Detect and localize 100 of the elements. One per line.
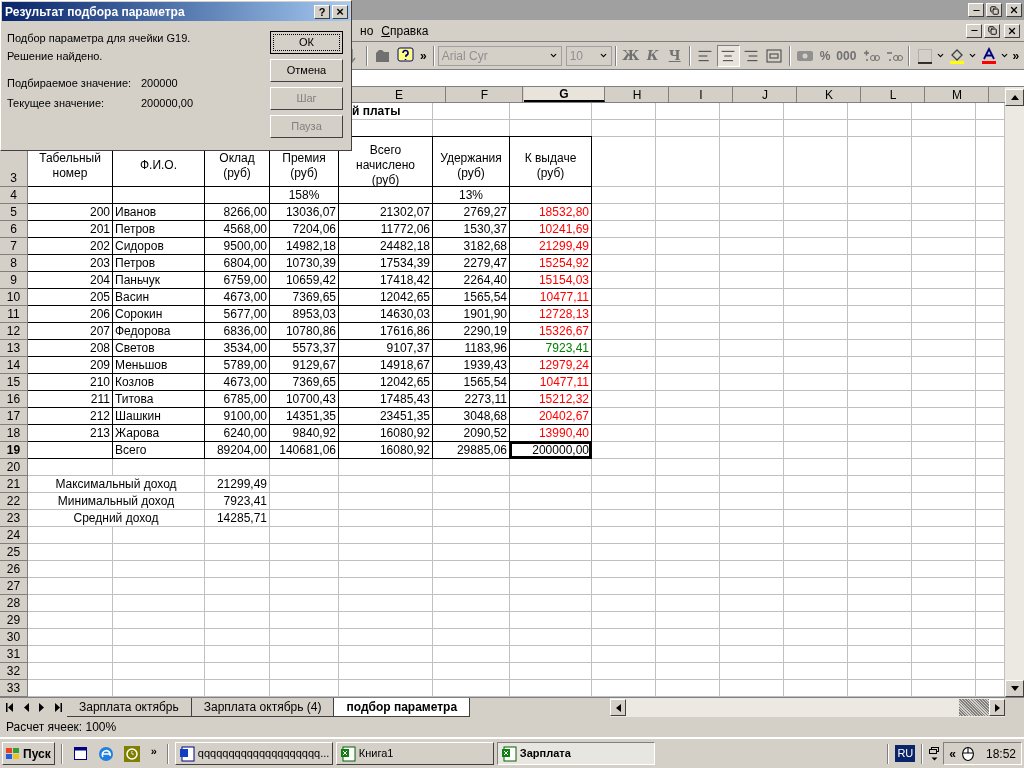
column-header[interactable]: K (798, 87, 861, 102)
column-header[interactable]: E (353, 87, 446, 102)
quick-launch-overflow[interactable]: » (146, 743, 161, 760)
taskbar-button[interactable]: qqqqqqqqqqqqqqqqqqqq... (174, 742, 333, 765)
vertical-scrollbar[interactable] (1005, 87, 1024, 697)
row-number[interactable]: 14 (0, 357, 27, 373)
row-number[interactable]: 7 (0, 238, 27, 254)
clock-icon (124, 745, 141, 762)
table-cell-text: 15326,67 (537, 323, 590, 339)
row-number[interactable]: 5 (0, 204, 27, 220)
toolbar-overflow[interactable]: » (417, 46, 430, 65)
tray-expand-button[interactable]: « (949, 744, 956, 763)
row-number[interactable]: 15 (0, 374, 27, 390)
row-number[interactable]: 12 (0, 323, 27, 339)
scroll-up-button[interactable] (1005, 89, 1024, 106)
restore-button[interactable] (984, 23, 1000, 38)
mouse-icon[interactable] (961, 746, 974, 761)
sheet-title: й платы (351, 103, 402, 119)
sheet-tab[interactable]: подбор параметра (334, 698, 471, 717)
windows-stack-icon[interactable] (929, 746, 941, 761)
row-number[interactable]: 31 (0, 646, 27, 662)
row-number[interactable]: 10 (0, 289, 27, 305)
row-number[interactable]: 25 (0, 544, 27, 560)
column-header[interactable]: F (447, 87, 523, 102)
sheet-tab[interactable]: Зарплата октябрь (4) (191, 698, 335, 717)
horizontal-scrollbar[interactable] (610, 698, 1005, 717)
row-number[interactable]: 22 (0, 493, 27, 509)
document-icon (178, 745, 195, 762)
dialog-button[interactable]: ОК (270, 31, 343, 54)
table-cell-text: 29885,06 (455, 442, 508, 458)
row-number[interactable]: 19 (0, 442, 27, 458)
row-number[interactable]: 17 (0, 408, 27, 424)
minimize-button[interactable] (966, 23, 982, 38)
table-cell-text: Петров (114, 221, 157, 237)
minimize-button[interactable] (968, 3, 984, 17)
row-number[interactable]: 8 (0, 255, 27, 271)
close-icon (1009, 5, 1019, 15)
toolbar-overflow[interactable]: » (1009, 46, 1023, 65)
column-heading: Премия (руб) (281, 149, 327, 182)
row-number[interactable]: 26 (0, 561, 27, 577)
row-number[interactable]: 33 (0, 680, 27, 696)
table-cell-text: 211 (89, 391, 111, 407)
table-cell-text: 7369,65 (291, 289, 337, 305)
restore-button[interactable] (986, 3, 1002, 17)
menu-item[interactable]: Справка (377, 21, 433, 40)
row-number[interactable]: 18 (0, 425, 27, 441)
row-number[interactable]: 6 (0, 221, 27, 237)
row-number[interactable]: 21 (0, 476, 27, 492)
table-cell-text: 1565,54 (462, 374, 508, 390)
table-cell-text: 14630,03 (378, 306, 431, 322)
row-number[interactable]: 23 (0, 510, 27, 526)
table-cell-text: 14918,67 (378, 357, 431, 373)
row-number[interactable]: 28 (0, 595, 27, 611)
table-cell-text: 203 (88, 255, 111, 271)
table-cell-text: 14285,71 (215, 510, 268, 526)
menu-item[interactable]: но (356, 21, 378, 40)
align-button[interactable] (716, 44, 740, 67)
row-number[interactable]: 9 (0, 272, 27, 288)
table-cell-text: 8953,03 (291, 306, 337, 322)
column-header[interactable]: L (862, 87, 925, 102)
taskbar-button[interactable]: Книга1 (335, 742, 494, 765)
close-button[interactable] (1004, 23, 1020, 38)
table-cell-text: 10477,11 (538, 289, 590, 305)
sheet-tab[interactable]: Зарплата октябрь (67, 698, 192, 717)
row-number[interactable]: 11 (0, 306, 27, 322)
scroll-right-button[interactable] (989, 699, 1005, 716)
table-cell-text: 17616,86 (378, 323, 431, 339)
language-indicator[interactable]: RU (895, 745, 916, 762)
column-header[interactable]: I (670, 87, 733, 102)
taskbar-button[interactable]: Зарплата (496, 742, 655, 765)
row-number[interactable]: 24 (0, 527, 27, 543)
clock[interactable]: 18:52 (979, 744, 1016, 763)
table-cell-text: Сорокин (114, 306, 164, 322)
help-button[interactable]: ? (314, 4, 330, 19)
dialog-button[interactable]: Отмена (270, 59, 343, 82)
scroll-thumb[interactable] (959, 699, 989, 716)
close-button[interactable]: × (332, 4, 348, 19)
row-number[interactable]: 16 (0, 391, 27, 407)
row-number[interactable]: 20 (0, 459, 27, 475)
row-number[interactable]: 27 (0, 578, 27, 594)
table-cell-text: 200 (88, 204, 111, 220)
table-cell: 200000,00 (510, 442, 591, 458)
window-icon (73, 747, 87, 760)
row-number[interactable]: 13 (0, 340, 27, 356)
row-number[interactable]: 30 (0, 629, 27, 645)
row-number[interactable]: 29 (0, 612, 27, 628)
column-header[interactable]: G (524, 87, 605, 102)
table-cell-text: 15154,03 (537, 272, 590, 288)
table-cell-text: 14982,18 (284, 238, 337, 254)
row-number[interactable]: 4 (0, 187, 27, 203)
column-header[interactable]: H (606, 87, 669, 102)
column-header[interactable]: J (734, 87, 797, 102)
borders-icon (916, 47, 933, 64)
table-cell-text: 1183,96 (463, 340, 508, 356)
start-button[interactable]: Пуск (2, 742, 55, 765)
close-button[interactable] (1006, 3, 1022, 17)
scroll-down-button[interactable] (1005, 680, 1024, 697)
column-header[interactable]: M (926, 87, 989, 102)
scroll-left-button[interactable] (610, 699, 626, 716)
row-number[interactable]: 32 (0, 663, 27, 679)
